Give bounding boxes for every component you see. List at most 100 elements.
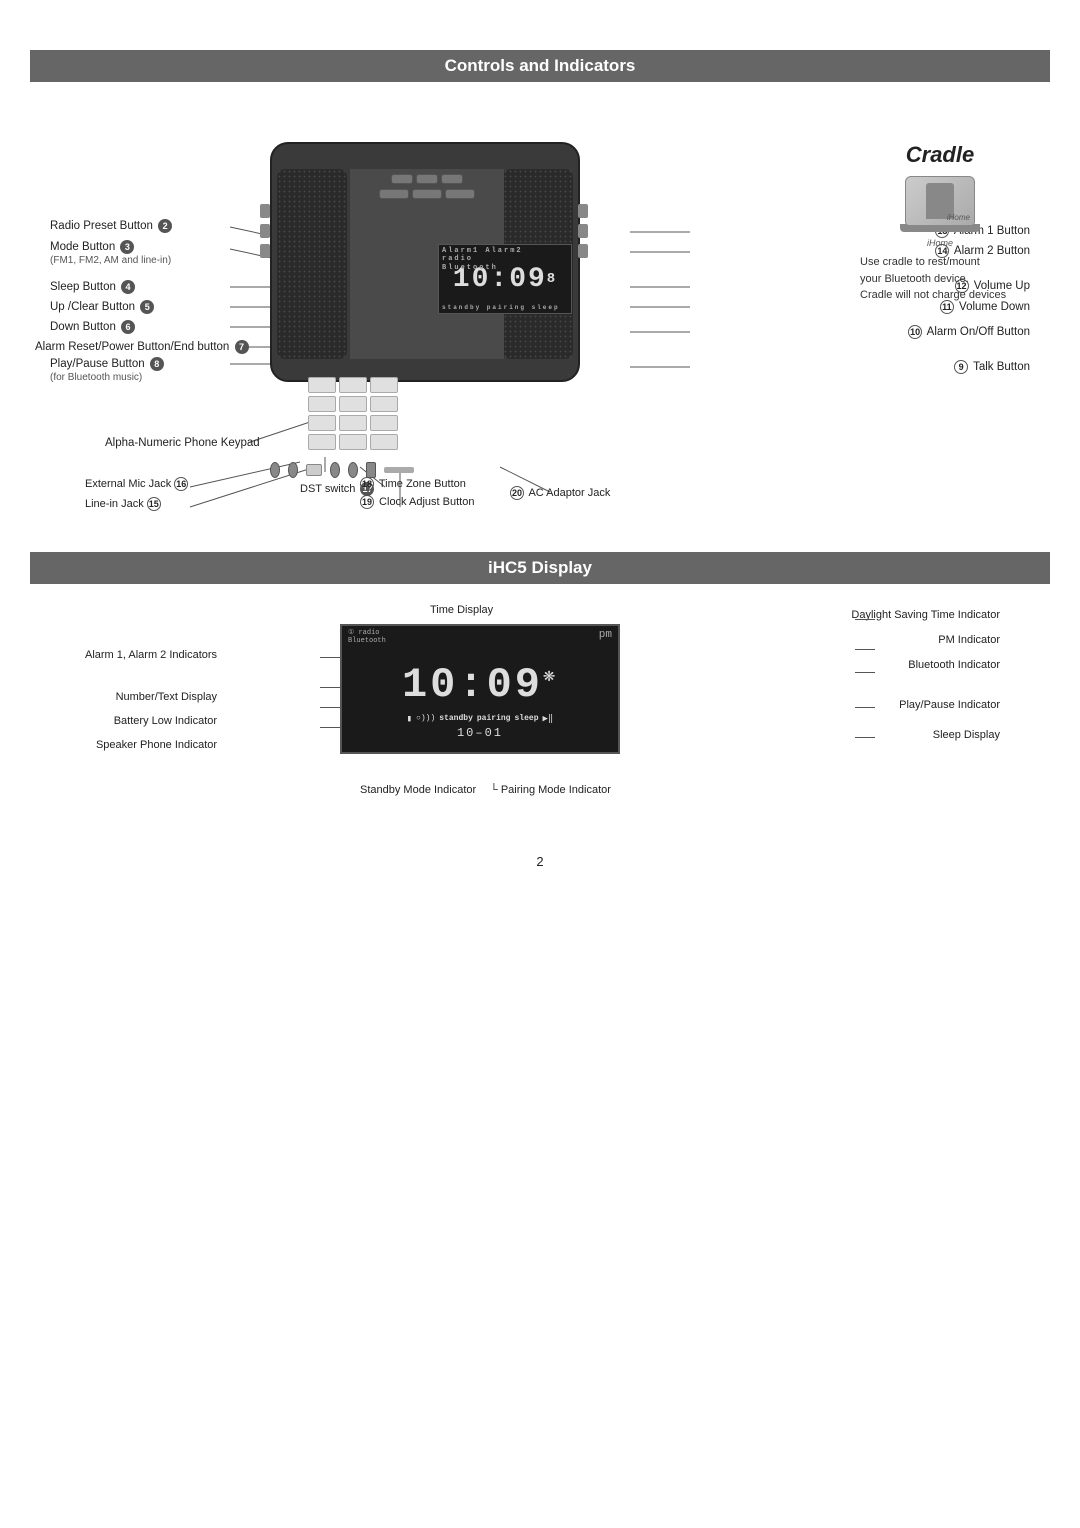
cradle-body: iHome [905,176,975,226]
jack-4 [348,462,358,478]
down-button-label: Down Button 6 [50,320,135,334]
keypad-row-4 [308,434,458,450]
page-num-text: 2 [536,854,543,869]
pairing-mode-label: └ Pairing Mode Indicator [490,784,611,796]
second-buttons-row [355,189,499,199]
alpha-keypad-label: Alpha-Numeric Phone Keypad [105,437,260,449]
ihc5-diagram: ① radio Bluetooth pm 10:09❋ ▮ ○))) stand… [30,594,1050,824]
speaker-left [277,169,347,359]
top-btn-2 [416,174,438,184]
jack-3 [330,462,340,478]
play-pause-indicator-label: Play/Pause Indicator [899,699,1000,711]
sleep-display-label: Sleep Display [933,729,1000,741]
bottom-jacks [270,462,414,478]
number-display: 10–01 [457,726,503,740]
ihc5-screen: ① radio Bluetooth pm 10:09❋ ▮ ○))) stand… [340,624,620,754]
device-side-left-buttons [260,204,272,258]
side-btn-right-3 [578,244,588,258]
ihc5-top-row: ① radio Bluetooth pm [342,626,618,646]
key-6 [370,396,398,412]
sleep-button-label: Sleep Button 4 [50,280,135,294]
keypad-row-1 [308,377,458,393]
jack-2 [288,462,298,478]
side-btn-right-1 [578,204,588,218]
connector-dst-right [855,619,875,620]
connector-battery-left [320,707,340,708]
external-mic-label: External Mic Jack 16 [85,477,190,491]
key-star [308,434,336,450]
speaker-phone-label: Speaker Phone Indicator [85,739,217,751]
play-pause-sub: (for Bluetooth music) [50,372,142,383]
ihc5-time-display: 10:09❋ [342,646,618,709]
top-btn-3 [441,174,463,184]
cradle-shape: iHome [900,176,980,236]
alarm-onoff-label: 10 Alarm On/Off Button [908,325,1030,339]
side-btn-left-3 [260,244,270,258]
number-text-display-label: Number/Text Display [85,691,217,703]
side-btn-left-2 [260,224,270,238]
connector-alarm-left [320,657,340,658]
line-in-jack-label: Line-in Jack 15 [85,497,163,511]
standby-mode-label: Standby Mode Indicator [360,784,476,796]
circle-1-icon: ① [348,629,354,637]
device-side-right-buttons [578,204,590,258]
top-buttons-row [355,174,499,184]
cradle-logo-text: iHome [895,238,985,248]
second-btn-1 [379,189,409,199]
display-bottom: standby pairing sleep [442,304,560,311]
key-1 [308,377,336,393]
connector-speaker-left [320,727,340,728]
controls-section: Controls and Indicators [30,50,1050,532]
controls-header: Controls and Indicators [30,50,1050,82]
page-container: Controls and Indicators [0,0,1080,909]
connector-play-right [855,707,875,708]
side-btn-right-2 [578,224,588,238]
bluetooth-text: Bluetooth [348,637,386,645]
key-3 [370,377,398,393]
connector-number-left [320,687,340,688]
standby-text: ○))) [416,714,435,723]
key-8 [339,415,367,431]
jack-1 [270,462,280,478]
clock-adjust-label: 19 Clock Adjust Button [360,495,474,509]
bt-symbol: ❋ [543,665,558,688]
keypad-area [308,377,458,453]
key-5 [339,396,367,412]
ihc5-time-text: 10:09 [402,661,543,709]
device-center-panel: Alarm1 Alarm2 radio Bluetooth 10:098 sta… [350,169,504,359]
key-9 [370,415,398,431]
radio-bluetooth-icons: ① radio Bluetooth [348,629,386,646]
device-image: Alarm1 Alarm2 radio Bluetooth 10:098 sta… [270,122,590,402]
device-display: Alarm1 Alarm2 radio Bluetooth 10:098 sta… [438,244,572,314]
sleep-label: sleep [514,714,538,723]
keypad-row-3 [308,415,458,431]
device-body: Alarm1 Alarm2 radio Bluetooth 10:098 sta… [270,142,580,382]
connector-pm-right [855,649,875,650]
battery-icon: ▮ [407,714,412,724]
battery-low-label: Battery Low Indicator [85,715,217,727]
pairing-label: pairing [477,714,511,723]
jack-6 [384,467,414,473]
controls-diagram: Radio Preset Button 2 Mode Button 3 (FM1… [30,92,1050,532]
cradle-title: Cradle [860,142,1020,168]
mode-button-sub: (FM1, FM2, AM and line-in) [50,255,171,266]
keypad-row-2 [308,396,458,412]
switch-dst [306,464,322,476]
ac-adaptor-label: 20 AC Adaptor Jack [510,486,610,500]
bluetooth-indicator-label: Bluetooth Indicator [908,659,1000,671]
talk-button-label: 9 Talk Button [954,360,1030,374]
key-4 [308,396,336,412]
play-pause-label: Play/Pause Button 8 [50,357,164,371]
ihc5-number-row: 10–01 [342,724,618,742]
ihc5-bottom-indicators: ▮ ○))) standby pairing sleep ▶‖ [342,714,618,724]
ihc5-left-icons: ① radio Bluetooth [348,629,386,646]
standby-label: standby [439,714,473,723]
play-indicator: ▶‖ [543,714,554,724]
time-zone-label: 18 Time Zone Button [360,477,466,491]
key-2 [339,377,367,393]
radio-preset-label: Radio Preset Button 2 [50,219,172,233]
mode-button-label: Mode Button 3 [50,240,134,254]
ihc5-left-labels-container: Alarm 1, Alarm 2 Indicators Number/Text … [85,649,217,763]
cradle-image: iHome iHome [895,176,985,246]
jack-5 [366,462,376,478]
